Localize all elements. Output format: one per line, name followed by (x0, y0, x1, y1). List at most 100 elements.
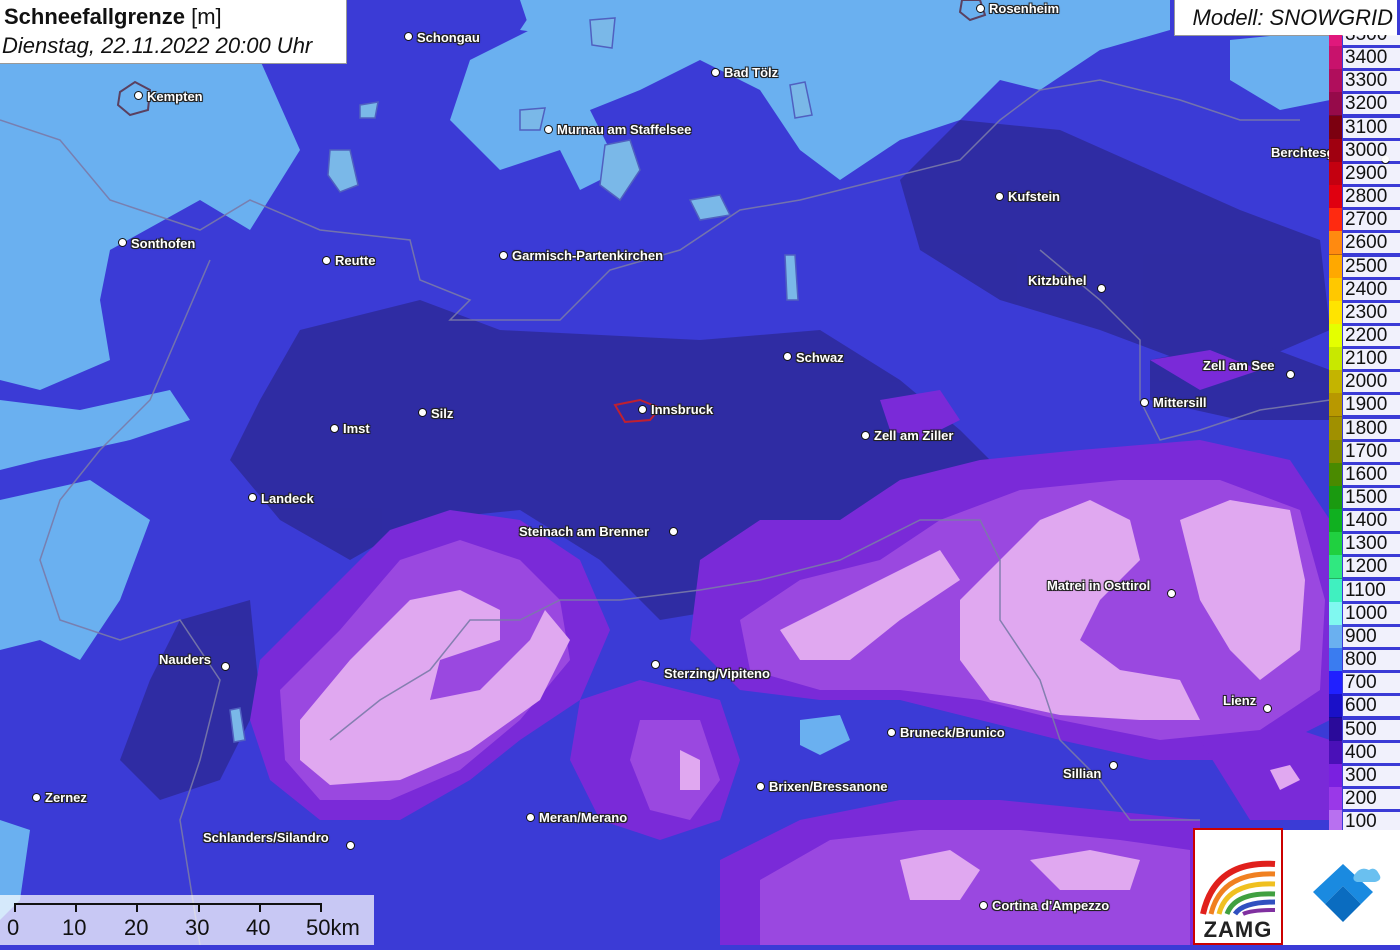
legend-label: 3300 (1343, 71, 1400, 92)
city-dot (887, 728, 896, 737)
legend-swatch (1329, 555, 1342, 580)
legend-swatch (1329, 393, 1342, 418)
city-label-kufstein: Kufstein (1008, 189, 1060, 204)
legend-swatch (1329, 347, 1342, 372)
title-text: Schneefallgrenze (4, 4, 185, 29)
legend-swatch (1329, 69, 1342, 94)
city-dot (1109, 761, 1118, 770)
city-label-lienz: Lienz (1223, 693, 1257, 708)
legend-row: 1000 (1329, 601, 1400, 626)
city-label-reutte: Reutte (335, 253, 376, 268)
legend-swatch (1329, 161, 1342, 186)
legend-label: 3500 (1343, 35, 1400, 45)
legend-row: 2000 (1329, 370, 1400, 395)
city-label-kempten: Kempten (147, 89, 203, 104)
legend-label: 1900 (1343, 395, 1400, 416)
city-dot (669, 527, 678, 536)
legend-row: 1400 (1329, 509, 1400, 534)
legend-row: 500 (1329, 717, 1400, 742)
legend-row: 1200 (1329, 555, 1400, 580)
legend-label: 2800 (1343, 187, 1400, 208)
city-dot (1167, 589, 1176, 598)
legend-label: 2900 (1343, 163, 1400, 184)
legend-label: 2200 (1343, 325, 1400, 346)
scale-tick (320, 903, 322, 912)
scale-tick (136, 903, 138, 912)
scale-label: 30 (185, 915, 210, 940)
legend-swatch (1329, 694, 1342, 719)
city-dot (1140, 398, 1149, 407)
city-dot (134, 91, 143, 100)
legend-row: 400 (1329, 740, 1400, 765)
title-unit: [m] (191, 4, 222, 29)
city-dot (418, 408, 427, 417)
legend-label: 900 (1343, 626, 1400, 647)
legend-label: 3100 (1343, 117, 1400, 138)
city-label-brixen: Brixen/Bressanone (769, 779, 888, 794)
city-dot (995, 192, 1004, 201)
city-label-sonthofen: Sonthofen (131, 236, 196, 251)
city-label-silz: Silz (431, 406, 454, 421)
legend-swatch (1329, 532, 1342, 557)
legend-row: 2300 (1329, 300, 1400, 325)
scale-label: 40 (246, 915, 271, 940)
city-label-mittersill: Mittersill (1153, 395, 1207, 410)
city-dot (861, 431, 870, 440)
map-title: Schneefallgrenze [m] (4, 4, 222, 30)
legend-label: 2700 (1343, 210, 1400, 231)
legend-label: 1500 (1343, 488, 1400, 508)
legend-row: 600 (1329, 694, 1400, 719)
legend-row: 1700 (1329, 439, 1400, 464)
legend-swatch (1329, 92, 1342, 117)
legend-row: 1900 (1329, 393, 1400, 418)
city-label-schlanders: Schlanders/Silandro (203, 830, 329, 845)
legend-row: 2700 (1329, 208, 1400, 233)
city-dot (638, 405, 647, 414)
legend-label: 2300 (1343, 302, 1400, 323)
legend-row: 1800 (1329, 416, 1400, 441)
legend-row: 100 (1329, 810, 1400, 830)
legend-row: 700 (1329, 671, 1400, 696)
legend-swatch (1329, 763, 1342, 788)
legend-row: 800 (1329, 648, 1400, 673)
city-dot (330, 424, 339, 433)
legend-label: 1200 (1343, 557, 1400, 578)
city-label-landeck: Landeck (261, 491, 314, 506)
scale-label: 0 (7, 915, 20, 940)
legend-label: 1600 (1343, 464, 1400, 485)
legend-swatch (1329, 786, 1342, 811)
city-dot (499, 251, 508, 260)
city-label-nauders: Nauders (159, 652, 212, 667)
city-label-rosenheim: Rosenheim (989, 1, 1060, 16)
city-label-zell-am-ziller: Zell am Ziller (874, 428, 954, 443)
legend-label: 400 (1343, 742, 1400, 763)
city-dot (526, 813, 535, 822)
scale-tick (75, 903, 77, 912)
city-label-garmisch: Garmisch-Partenkirchen (512, 248, 664, 263)
legend-swatch (1329, 208, 1342, 233)
legend-row: 2800 (1329, 185, 1400, 210)
city-label-zell-am-see: Zell am See (1203, 358, 1275, 373)
scale-line (14, 903, 321, 905)
legend-swatch (1329, 300, 1342, 325)
zamg-logo: ZAMG (1193, 828, 1283, 945)
legend-swatch (1329, 254, 1342, 279)
legend-row: 1300 (1329, 532, 1400, 557)
legend-swatch (1329, 231, 1342, 256)
city-dot (976, 4, 985, 13)
legend-label: 200 (1343, 788, 1400, 809)
city-label-steinach: Steinach am Brenner (519, 524, 650, 539)
city-label-zernez: Zernez (45, 790, 87, 805)
legend-swatch (1329, 648, 1342, 673)
legend-row: 3200 (1329, 92, 1400, 117)
weather-app-icon (1313, 864, 1381, 922)
city-dot (221, 662, 230, 671)
legend-label: 1000 (1343, 603, 1400, 624)
city-label-matrei: Matrei in Osttirol (1047, 578, 1151, 593)
city-dot (1286, 370, 1295, 379)
zamg-rainbow-icon (1200, 860, 1276, 916)
legend-swatch (1329, 439, 1342, 464)
zamg-logo-text: ZAMG (1203, 917, 1273, 942)
legend-label: 1700 (1343, 441, 1400, 462)
legend-row: 2500 (1329, 254, 1400, 279)
